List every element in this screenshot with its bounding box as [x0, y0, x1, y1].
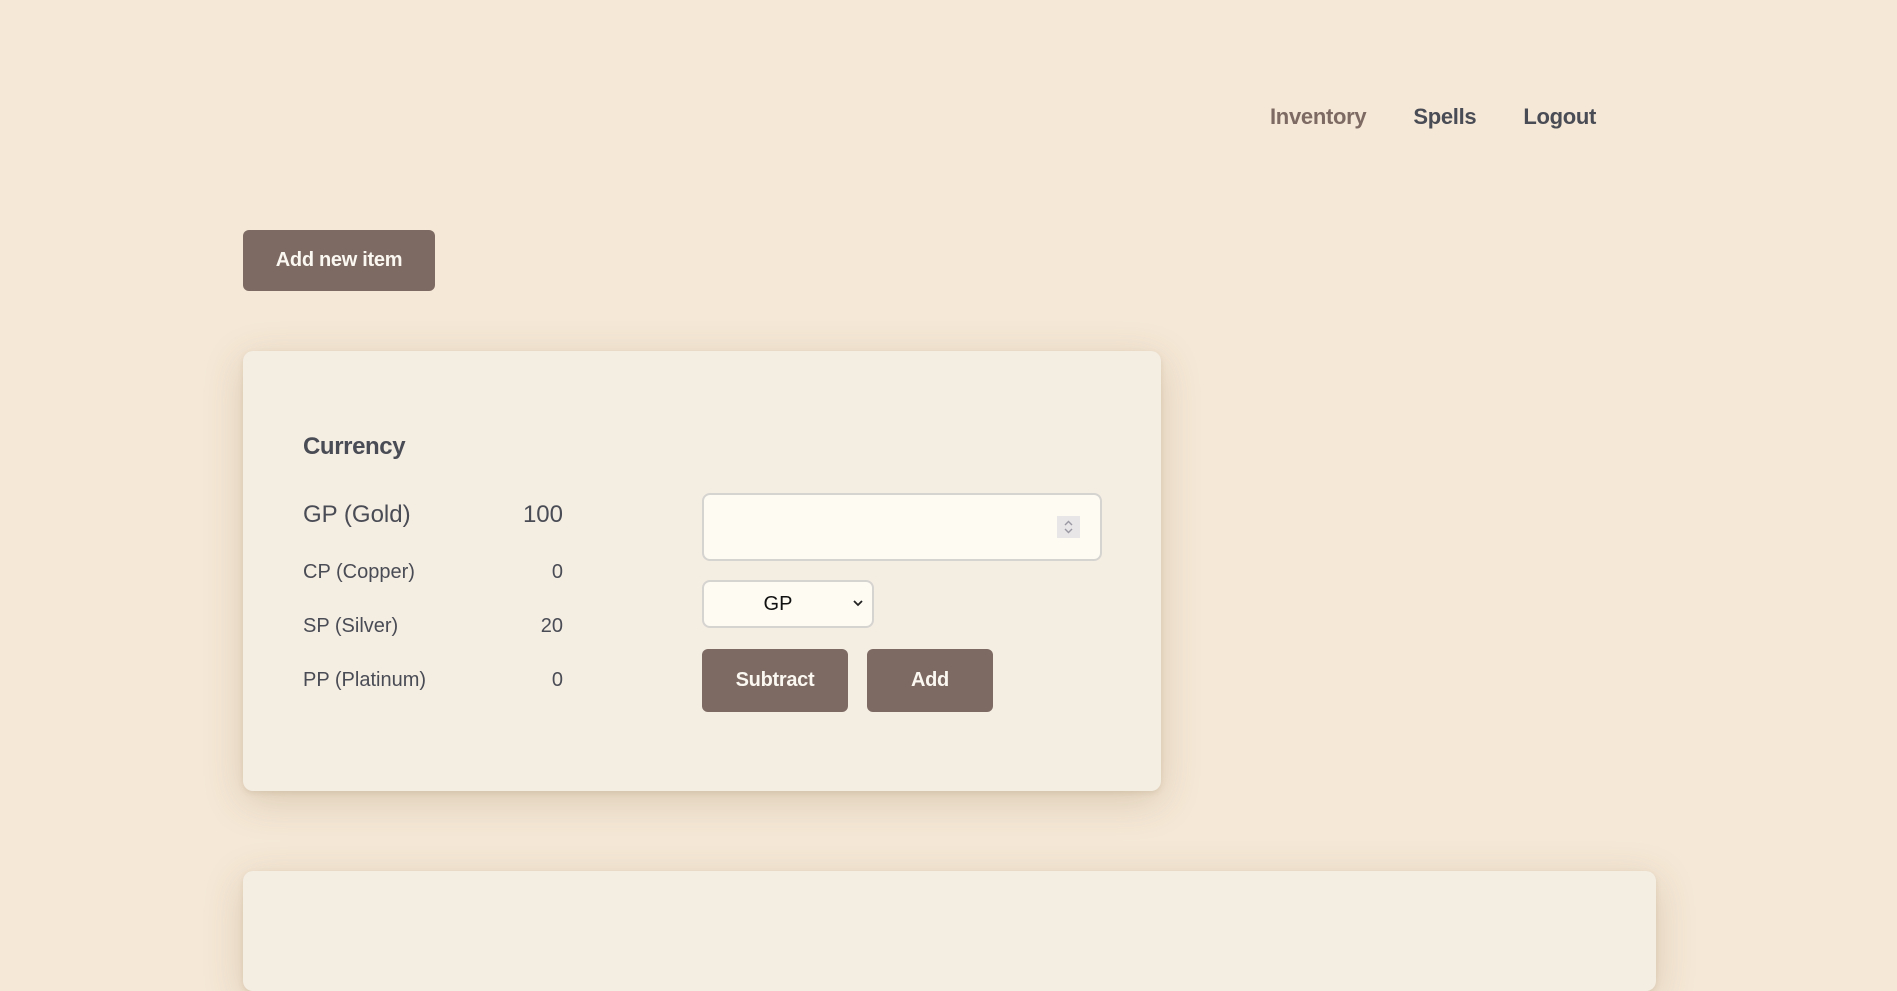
nav-spells-link[interactable]: Spells	[1413, 100, 1476, 134]
coin-value: 0	[551, 669, 563, 691]
nav-logout-link[interactable]: Logout	[1523, 100, 1596, 134]
coin-row-platinum: PP (Platinum) 0	[303, 669, 563, 692]
coin-label: GP (Gold)	[303, 501, 411, 528]
coin-row-gold: GP (Gold) 100	[303, 501, 563, 529]
chevron-down-icon	[853, 600, 863, 607]
coin-value: 100	[522, 501, 563, 528]
coin-label: CP (Copper)	[303, 561, 415, 583]
subtract-button[interactable]: Subtract	[702, 649, 848, 712]
amount-input[interactable]	[704, 495, 1100, 559]
currency-card: Currency GP (Gold) 100 CP (Copper) 0 SP …	[243, 351, 1161, 791]
coin-value: 20	[540, 615, 563, 637]
number-spinner[interactable]	[1057, 516, 1080, 538]
main-nav: Inventory Spells Logout	[1270, 100, 1596, 134]
coin-row-silver: SP (Silver) 20	[303, 615, 563, 638]
coin-row-copper: CP (Copper) 0	[303, 561, 563, 584]
currency-select[interactable]: GP	[702, 580, 874, 628]
spinner-arrows-icon	[1064, 520, 1073, 534]
add-new-item-button[interactable]: Add new item	[243, 230, 435, 291]
coin-label: SP (Silver)	[303, 615, 399, 637]
amount-input-container	[702, 493, 1102, 561]
items-card	[243, 871, 1656, 991]
currency-select-value: GP	[763, 593, 793, 615]
coin-label: PP (Platinum)	[303, 669, 427, 691]
coin-value: 0	[551, 561, 563, 583]
nav-inventory-link[interactable]: Inventory	[1270, 100, 1367, 134]
add-button[interactable]: Add	[867, 649, 993, 712]
currency-title: Currency	[303, 433, 406, 460]
